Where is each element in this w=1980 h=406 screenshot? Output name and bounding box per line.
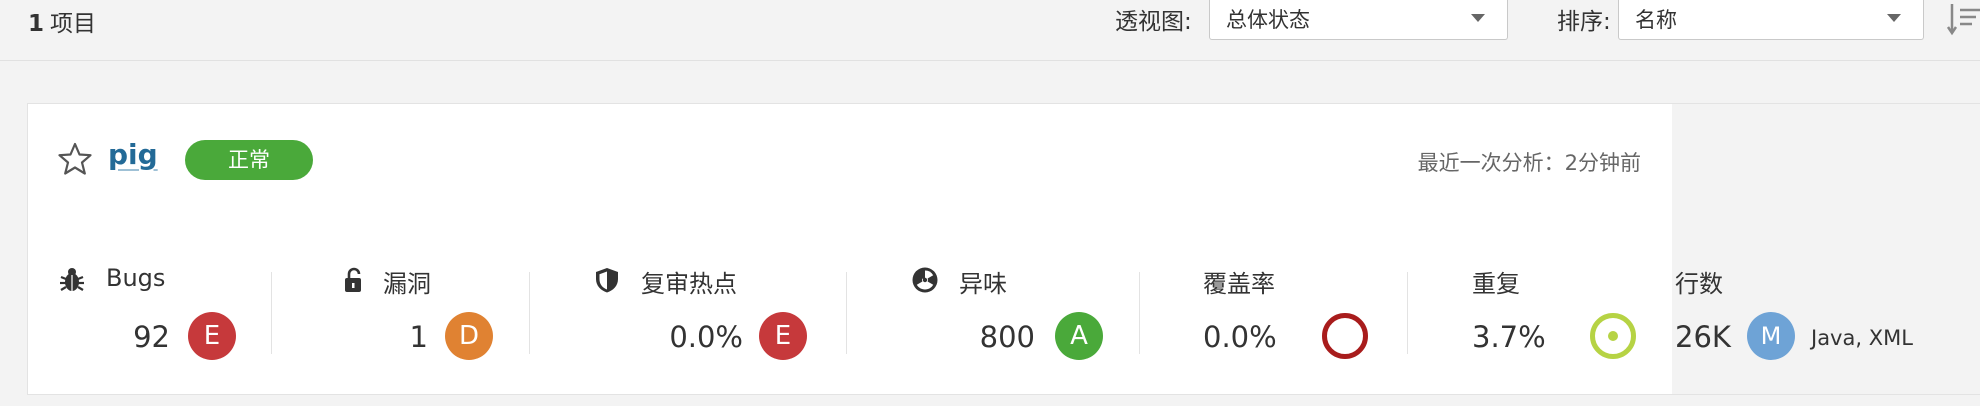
metric-lines-label: 行数 xyxy=(1675,270,1723,298)
project-count-number: 1 xyxy=(28,11,45,37)
metric-bugs[interactable]: Bugs 92 E xyxy=(58,264,258,374)
toolbar: 1 项目 透视图: 总体状态 排序: 名称 xyxy=(0,0,1980,61)
metric-duplications-label: 重复 xyxy=(1472,270,1520,298)
metric-coverage-value[interactable]: 0.0% xyxy=(1203,320,1285,354)
sort-select-value: 名称 xyxy=(1635,8,1677,32)
sort-select[interactable]: 名称 xyxy=(1618,0,1924,40)
metric-vulnerabilities-value[interactable]: 1 xyxy=(340,320,428,354)
chevron-down-icon xyxy=(1471,14,1485,22)
security-hotspots-rating-badge[interactable]: E xyxy=(759,312,807,360)
metric-code-smells-label: 异味 xyxy=(959,270,1007,298)
metric-vulnerabilities-label: 漏洞 xyxy=(383,270,431,298)
metric-lines[interactable]: 行数 26K M Java, XML xyxy=(1675,264,1975,374)
perspective-select-value: 总体状态 xyxy=(1226,8,1310,32)
sort-direction-icon[interactable] xyxy=(1946,2,1980,36)
code-smells-rating-badge[interactable]: A xyxy=(1055,312,1103,360)
bug-icon xyxy=(60,268,84,291)
metric-divider xyxy=(846,272,847,354)
metric-code-smells-value[interactable]: 800 xyxy=(931,320,1035,354)
project-card: pig 正常 最近一次分析：2分钟前 Bugs 92 E 漏洞 1 D 复审热点… xyxy=(27,103,1980,395)
perspective-select[interactable]: 总体状态 xyxy=(1209,0,1508,40)
project-count-label: 项目 xyxy=(50,11,97,37)
metric-security-hotspots[interactable]: 复审热点 0.0% E xyxy=(593,264,843,374)
lock-icon xyxy=(345,267,361,292)
chevron-down-icon xyxy=(1887,14,1901,22)
metric-divider xyxy=(271,272,272,354)
metric-lines-value[interactable]: 26K xyxy=(1675,320,1735,354)
metric-languages: Java, XML xyxy=(1811,326,1913,350)
metric-divider xyxy=(1407,272,1408,354)
project-count: 1 项目 xyxy=(28,4,96,38)
shield-icon xyxy=(596,268,618,293)
metric-bugs-label: Bugs xyxy=(106,264,166,292)
metric-security-hotspots-label: 复审热点 xyxy=(641,270,737,298)
perspective-label: 透视图: xyxy=(1115,9,1192,35)
metric-divider xyxy=(529,272,530,354)
vulnerabilities-rating-badge[interactable]: D xyxy=(445,312,493,360)
metric-security-hotspots-value[interactable]: 0.0% xyxy=(613,320,743,354)
project-name-link[interactable]: pig xyxy=(108,138,158,171)
metric-duplications[interactable]: 重复 3.7% xyxy=(1472,264,1652,374)
metric-code-smells[interactable]: 异味 800 A xyxy=(911,264,1131,374)
size-rating-badge: M xyxy=(1747,312,1795,360)
sort-label: 排序: xyxy=(1557,9,1611,35)
duplication-ring-icon[interactable] xyxy=(1589,312,1637,360)
bugs-rating-badge[interactable]: E xyxy=(188,312,236,360)
metric-duplications-value[interactable]: 3.7% xyxy=(1472,320,1552,354)
favorite-star-icon[interactable] xyxy=(58,142,92,176)
metric-coverage[interactable]: 覆盖率 0.0% xyxy=(1203,264,1383,374)
metric-vulnerabilities[interactable]: 漏洞 1 D xyxy=(340,264,540,374)
metric-coverage-label: 覆盖率 xyxy=(1203,270,1275,298)
metric-bugs-value[interactable]: 92 xyxy=(106,320,170,354)
last-analysis-text: 最近一次分析：2分钟前 xyxy=(1417,151,1641,175)
metric-divider xyxy=(1139,272,1140,354)
radiation-icon xyxy=(912,267,938,293)
quality-gate-status-badge: 正常 xyxy=(185,140,313,180)
coverage-ring-icon[interactable] xyxy=(1321,312,1369,360)
